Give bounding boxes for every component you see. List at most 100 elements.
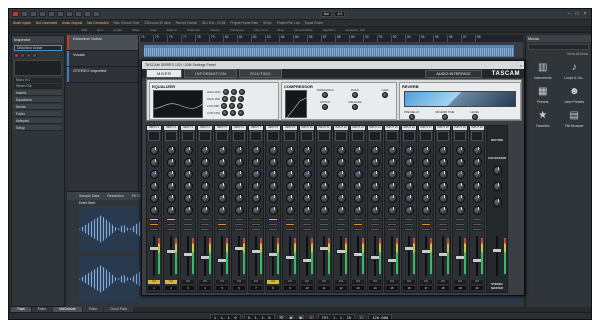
channel-knob[interactable] [201,170,210,179]
solo-toggle[interactable] [217,223,227,226]
phase-toggle[interactable] [319,228,329,231]
aux-knob[interactable] [493,198,502,207]
channel-knob[interactable] [201,182,210,191]
phase-toggle[interactable] [183,228,193,231]
info-line-field[interactable]: Musical Mode [294,28,313,32]
record-enable-button[interactable] [14,53,19,58]
info-line-field[interactable]: Mute [278,28,285,32]
eq-knob[interactable] [237,103,244,109]
channel-knob[interactable] [388,158,397,167]
solo-toggle[interactable] [455,223,465,226]
channel-knob[interactable] [252,206,261,215]
phase-toggle[interactable] [404,228,414,231]
phase-toggle[interactable] [149,228,159,231]
eq-knob[interactable] [221,96,228,102]
channel-knob[interactable] [150,146,159,155]
channel-knob[interactable] [405,194,414,203]
compressor-knob[interactable] [382,92,388,98]
channel-knob[interactable] [422,194,431,203]
channel-knob[interactable] [150,158,159,167]
phase-toggle[interactable] [251,228,261,231]
channel-knob[interactable] [320,146,329,155]
stop-button[interactable]: ■ [287,314,295,319]
channel-knob[interactable] [439,206,448,215]
channel-knob[interactable] [184,146,193,155]
channel-knob[interactable] [286,182,295,191]
master-fader-handle[interactable] [492,248,502,253]
mute-toggle[interactable] [217,218,227,221]
info-line-field[interactable]: Offset [132,28,140,32]
solo-button[interactable] [32,53,37,58]
solo-toggle[interactable] [438,223,448,226]
solo-toggle[interactable] [149,223,159,226]
mute-toggle[interactable] [183,218,193,221]
channel-knob[interactable] [235,146,244,155]
mute-toggle[interactable] [336,218,346,221]
phase-toggle[interactable] [472,228,482,231]
channel-knob[interactable] [252,170,261,179]
inspector-section-sends[interactable]: Sends [14,104,62,110]
mute-toggle[interactable] [370,218,380,221]
channel-knob[interactable] [405,206,414,215]
media-item-favorites[interactable]: ★ Favorites [528,110,558,128]
channel-knob[interactable] [354,146,363,155]
solo-toggle[interactable] [319,223,329,226]
plugin-titlebar[interactable]: TASCAM SERIES 102i / 208i Settings Panel… [142,61,524,69]
channel-knob[interactable] [201,158,210,167]
solo-toggle[interactable] [353,223,363,226]
solo-toggle[interactable] [234,223,244,226]
channel-knob[interactable] [303,206,312,215]
channel-knob[interactable] [184,158,193,167]
channel-knob[interactable] [235,158,244,167]
info-line-field[interactable]: Fade-Out [187,28,200,32]
left-locator[interactable]: 1. 1. 1. 0 [209,314,241,319]
range-tool[interactable] [57,11,64,17]
input-gain-display[interactable] [199,131,211,141]
channel-knob[interactable] [286,170,295,179]
minimize-icon[interactable]: – [566,11,572,17]
input-gain-display[interactable] [369,131,381,141]
eq-knob[interactable] [222,110,229,116]
channel-knob[interactable] [320,194,329,203]
info-line-field[interactable]: Transpose [230,28,244,32]
channel-knob[interactable] [218,146,227,155]
phase-toggle[interactable] [336,228,346,231]
channel-knob[interactable] [184,170,193,179]
channel-knob[interactable] [354,206,363,215]
tab-information[interactable]: INFORMATION [184,69,238,78]
record-button[interactable]: ● [307,314,315,319]
channel-knob[interactable] [371,146,380,155]
inspector-fader[interactable] [14,60,62,76]
media-item-presets[interactable]: ▦ Presets [528,86,558,104]
editor-tab-resolution[interactable]: Resolution [107,194,124,198]
phase-toggle[interactable] [387,228,397,231]
channel-knob[interactable] [269,170,278,179]
phase-toggle[interactable] [217,228,227,231]
channel-knob[interactable] [286,146,295,155]
redo-button[interactable] [30,11,37,17]
channel-knob[interactable] [439,182,448,191]
inspector-section-notepad[interactable]: Notepad [14,118,62,124]
channel-knob[interactable] [184,182,193,191]
undo-button[interactable] [21,11,28,17]
compressor-knob[interactable] [352,104,358,110]
mute-toggle[interactable] [353,218,363,221]
inspector-track-name[interactable]: Distortion Guitar [14,45,62,51]
info-line-field[interactable]: Snap [150,28,157,32]
mute-toggle[interactable] [438,218,448,221]
input-gain-display[interactable] [284,131,296,141]
phase-toggle[interactable] [438,228,448,231]
channel-knob[interactable] [269,206,278,215]
channel-knob[interactable] [167,182,176,191]
solo-toggle[interactable] [285,223,295,226]
input-gain-display[interactable] [352,131,364,141]
channel-knob[interactable] [422,146,431,155]
channel-knob[interactable] [252,182,261,191]
channel-knob[interactable] [218,182,227,191]
solo-toggle[interactable] [166,223,176,226]
channel-knob[interactable] [371,182,380,191]
inspector-section-setup[interactable]: Setup [14,125,62,131]
eq-knob[interactable] [229,96,236,102]
channel-knob[interactable] [269,146,278,155]
phase-toggle[interactable] [234,228,244,231]
